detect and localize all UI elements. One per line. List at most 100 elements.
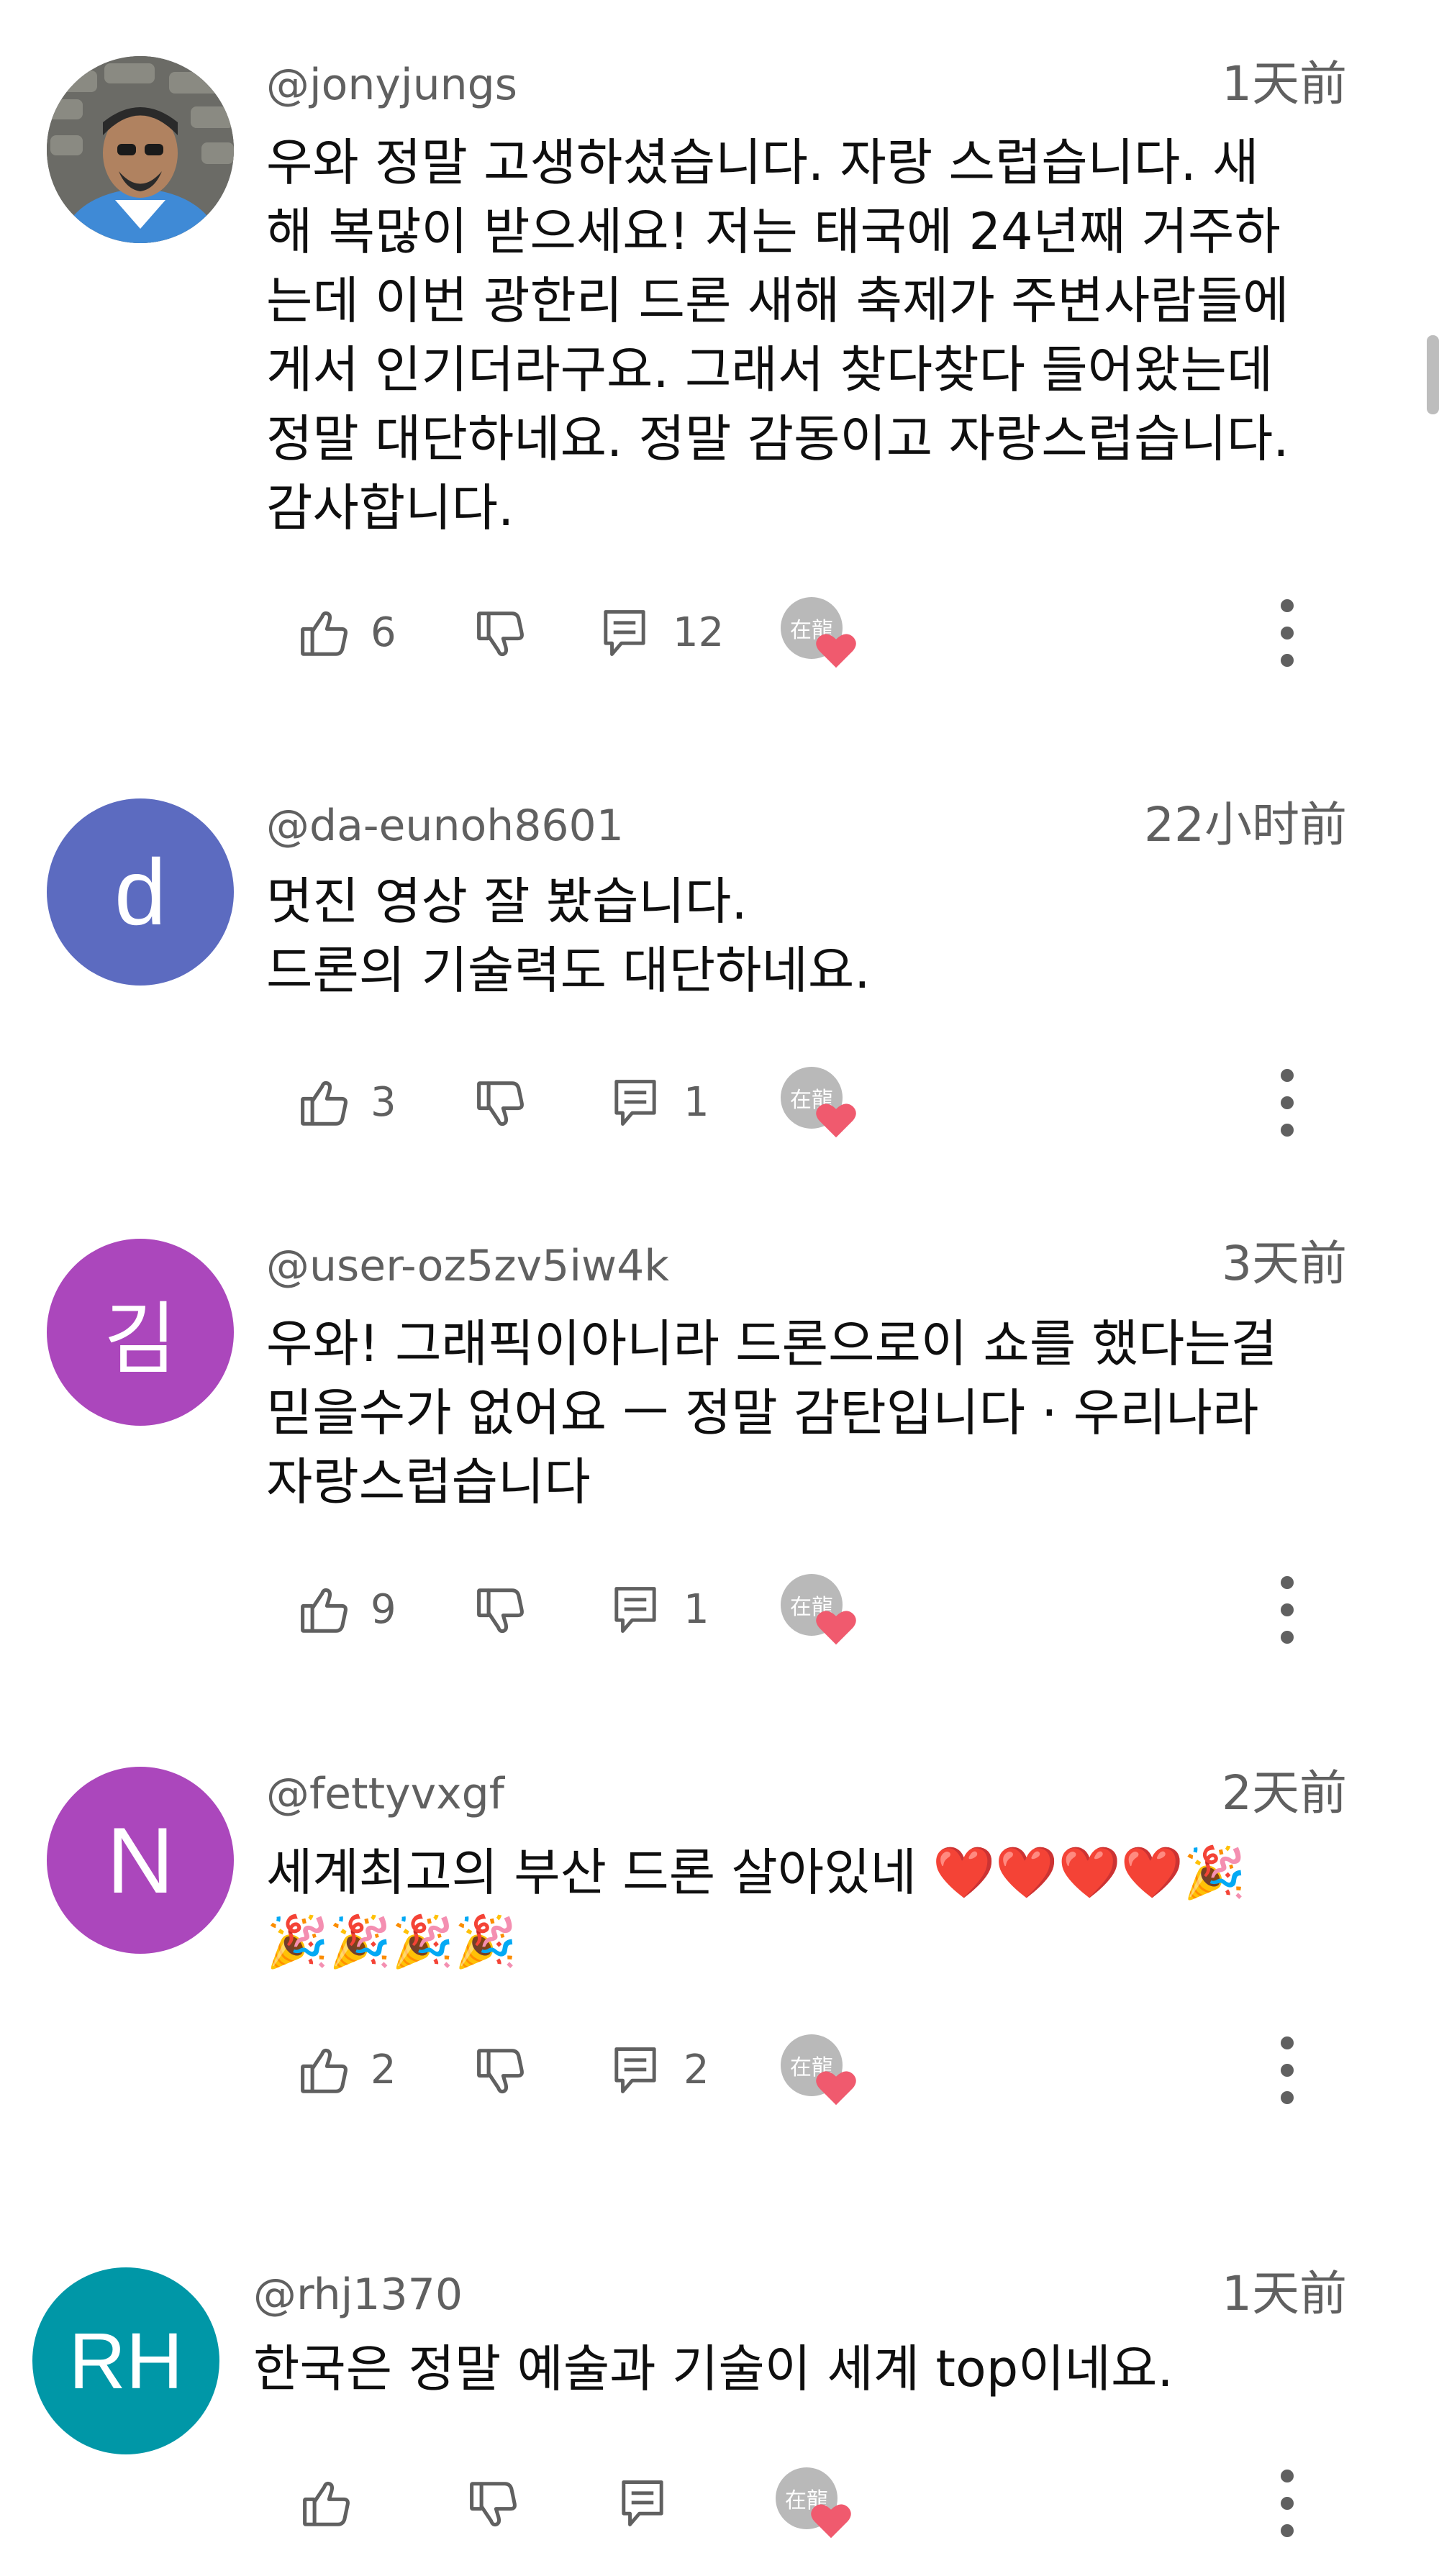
reply-button[interactable]	[619, 2477, 666, 2529]
comment-text: 세계최고의 부산 드론 살아있네 ❤️❤️❤️❤️🎉 🎉🎉🎉🎉	[266, 1838, 1246, 1976]
more-vert-icon[interactable]	[1274, 1063, 1302, 1142]
creator-heart-icon	[815, 632, 857, 672]
dislike-button[interactable]	[475, 1585, 527, 1637]
like-button[interactable]: 6	[299, 607, 396, 659]
avatar-letter: RH	[68, 2316, 183, 2406]
like-count: 6	[371, 609, 396, 656]
thumb-down-icon	[475, 1585, 527, 1637]
avatar[interactable]	[47, 56, 234, 243]
more-vert-icon[interactable]	[1274, 2464, 1302, 2543]
more-dot	[1281, 599, 1294, 612]
comment-time: 3天前	[1222, 1236, 1347, 1291]
comment-actions: 9 1 在龍	[0, 1574, 1439, 1646]
like-button[interactable]: 3	[299, 1077, 396, 1129]
more-dot	[1281, 2091, 1294, 2104]
reply-icon	[619, 2477, 666, 2529]
creator-heart-icon	[815, 2069, 857, 2109]
more-dot	[1281, 2524, 1294, 2537]
avatar[interactable]: N	[47, 1767, 234, 1954]
comment-actions: 在龍	[0, 2467, 1439, 2539]
comment-time: 1天前	[1222, 2266, 1347, 2321]
more-dot	[1281, 2497, 1294, 2510]
creator-heart-icon	[810, 2502, 852, 2542]
like-count: 9	[371, 1586, 396, 1633]
reply-count: 12	[673, 609, 725, 656]
reply-count: 1	[684, 1079, 709, 1126]
more-dot	[1281, 654, 1294, 667]
scrollbar[interactable]	[1427, 335, 1439, 414]
thumb-up-icon	[299, 1077, 350, 1129]
reply-button[interactable]: 1	[612, 1584, 709, 1636]
comment-text-line: 🎉🎉🎉🎉	[266, 1912, 517, 1971]
reply-count: 1	[684, 1586, 709, 1633]
more-dot	[1281, 1631, 1294, 1644]
creator-heart-badge: 在龍	[776, 2467, 851, 2539]
avatar-letter: N	[106, 1808, 174, 1913]
creator-heart-icon	[815, 1101, 857, 1142]
thumb-up-icon	[301, 2477, 353, 2529]
creator-heart-icon	[815, 1608, 857, 1649]
reply-icon	[612, 1584, 659, 1636]
more-vert-icon[interactable]	[1274, 593, 1302, 673]
more-vert-icon[interactable]	[1274, 2031, 1302, 2110]
comment-username[interactable]: @da-eunoh8601	[266, 804, 624, 847]
more-dot	[1281, 1603, 1294, 1616]
reply-button[interactable]: 12	[601, 607, 724, 659]
more-dot	[1281, 2470, 1294, 2482]
thumb-down-icon	[475, 2046, 527, 2098]
like-button[interactable]: 9	[299, 1584, 396, 1636]
reply-count: 2	[684, 2047, 709, 2093]
avatar-photo-icon	[47, 56, 234, 243]
creator-heart-badge: 在龍	[781, 597, 856, 668]
comment-text-line: 세계최고의 부산 드론 살아있네 ❤️❤️❤️❤️🎉	[266, 1843, 1246, 1902]
more-dot	[1281, 1069, 1294, 1082]
reply-button[interactable]: 2	[612, 2044, 709, 2096]
reply-icon	[601, 607, 648, 659]
comment-text-line: 한국은 정말 예술과 기술이 세계 top이네요.	[253, 2339, 1174, 2398]
thumb-up-icon	[299, 607, 350, 659]
comment-time: 1天前	[1222, 56, 1347, 111]
dislike-button[interactable]	[475, 1078, 527, 1130]
avatar-letter: d	[114, 839, 167, 945]
comment-actions: 2 2 在龍	[0, 2034, 1439, 2106]
creator-heart-badge: 在龍	[781, 1574, 856, 1645]
like-button[interactable]	[301, 2477, 353, 2529]
creator-heart-badge: 在龍	[781, 2034, 856, 2106]
more-vert-icon[interactable]	[1274, 1570, 1302, 1649]
comment-actions: 3 1 在龍	[0, 1067, 1439, 1139]
dislike-button[interactable]	[475, 609, 527, 660]
comment-username[interactable]: @jonyjungs	[266, 63, 517, 106]
comment-text-line: 자랑스럽습니다	[266, 1452, 591, 1511]
like-count: 3	[371, 1079, 396, 1126]
comment-text: 멋진 영상 잘 봤습니다. 드론의 기술력도 대단하네요.	[266, 867, 871, 1005]
avatar[interactable]: d	[47, 798, 234, 986]
comment-text-line: 우와! 그래픽이아니라 드론으로이 쇼를 했다는걸	[266, 1314, 1278, 1373]
avatar[interactable]: 김	[47, 1239, 234, 1426]
comment-username[interactable]: @rhj1370	[253, 2273, 463, 2316]
comment-text-line: 멋진 영상 잘 봤습니다.	[266, 872, 748, 931]
more-dot	[1281, 1096, 1294, 1109]
avatar[interactable]: RH	[32, 2267, 219, 2454]
comment-username[interactable]: @user-oz5zv5iw4k	[266, 1244, 669, 1288]
comment-text-line: 감사합니다.	[266, 478, 514, 537]
thumb-down-icon	[475, 1078, 527, 1130]
dislike-button[interactable]	[475, 2046, 527, 2098]
thumb-down-icon	[468, 2479, 519, 2531]
dislike-button[interactable]	[468, 2479, 519, 2531]
more-dot	[1281, 1576, 1294, 1589]
comment-actions: 6 12 在龍	[0, 597, 1439, 669]
thumb-down-icon	[475, 609, 527, 660]
reply-button[interactable]: 1	[612, 1077, 709, 1129]
comment-text-line: 정말 대단하네요. 정말 감동이고 자랑스럽습니다.	[266, 409, 1289, 468]
comment-text-line: 우와 정말 고생하셨습니다. 자랑 스럽습니다. 새	[266, 133, 1259, 192]
comment-username[interactable]: @fettyvxgf	[266, 1772, 504, 1816]
comment-text-line: 해 복많이 받으세요! 저는 태국에 24년째 거주하	[266, 202, 1281, 261]
reply-icon	[612, 2044, 659, 2096]
more-dot	[1281, 2064, 1294, 2077]
comment-text: 우와! 그래픽이아니라 드론으로이 쇼를 했다는걸 믿을수가 없어요 ㅡ 정말 감…	[266, 1309, 1277, 1516]
comment-text: 우와 정말 고생하셨습니다. 자랑 스럽습니다. 새해 복많이 받으세요! 저는…	[266, 128, 1289, 542]
thumb-up-icon	[299, 1584, 350, 1636]
like-button[interactable]: 2	[299, 2044, 396, 2096]
comment-text-line: 게서 인기더라구요. 그래서 찾다찾다 들어왔는데	[266, 340, 1274, 399]
like-count: 2	[371, 2047, 396, 2093]
